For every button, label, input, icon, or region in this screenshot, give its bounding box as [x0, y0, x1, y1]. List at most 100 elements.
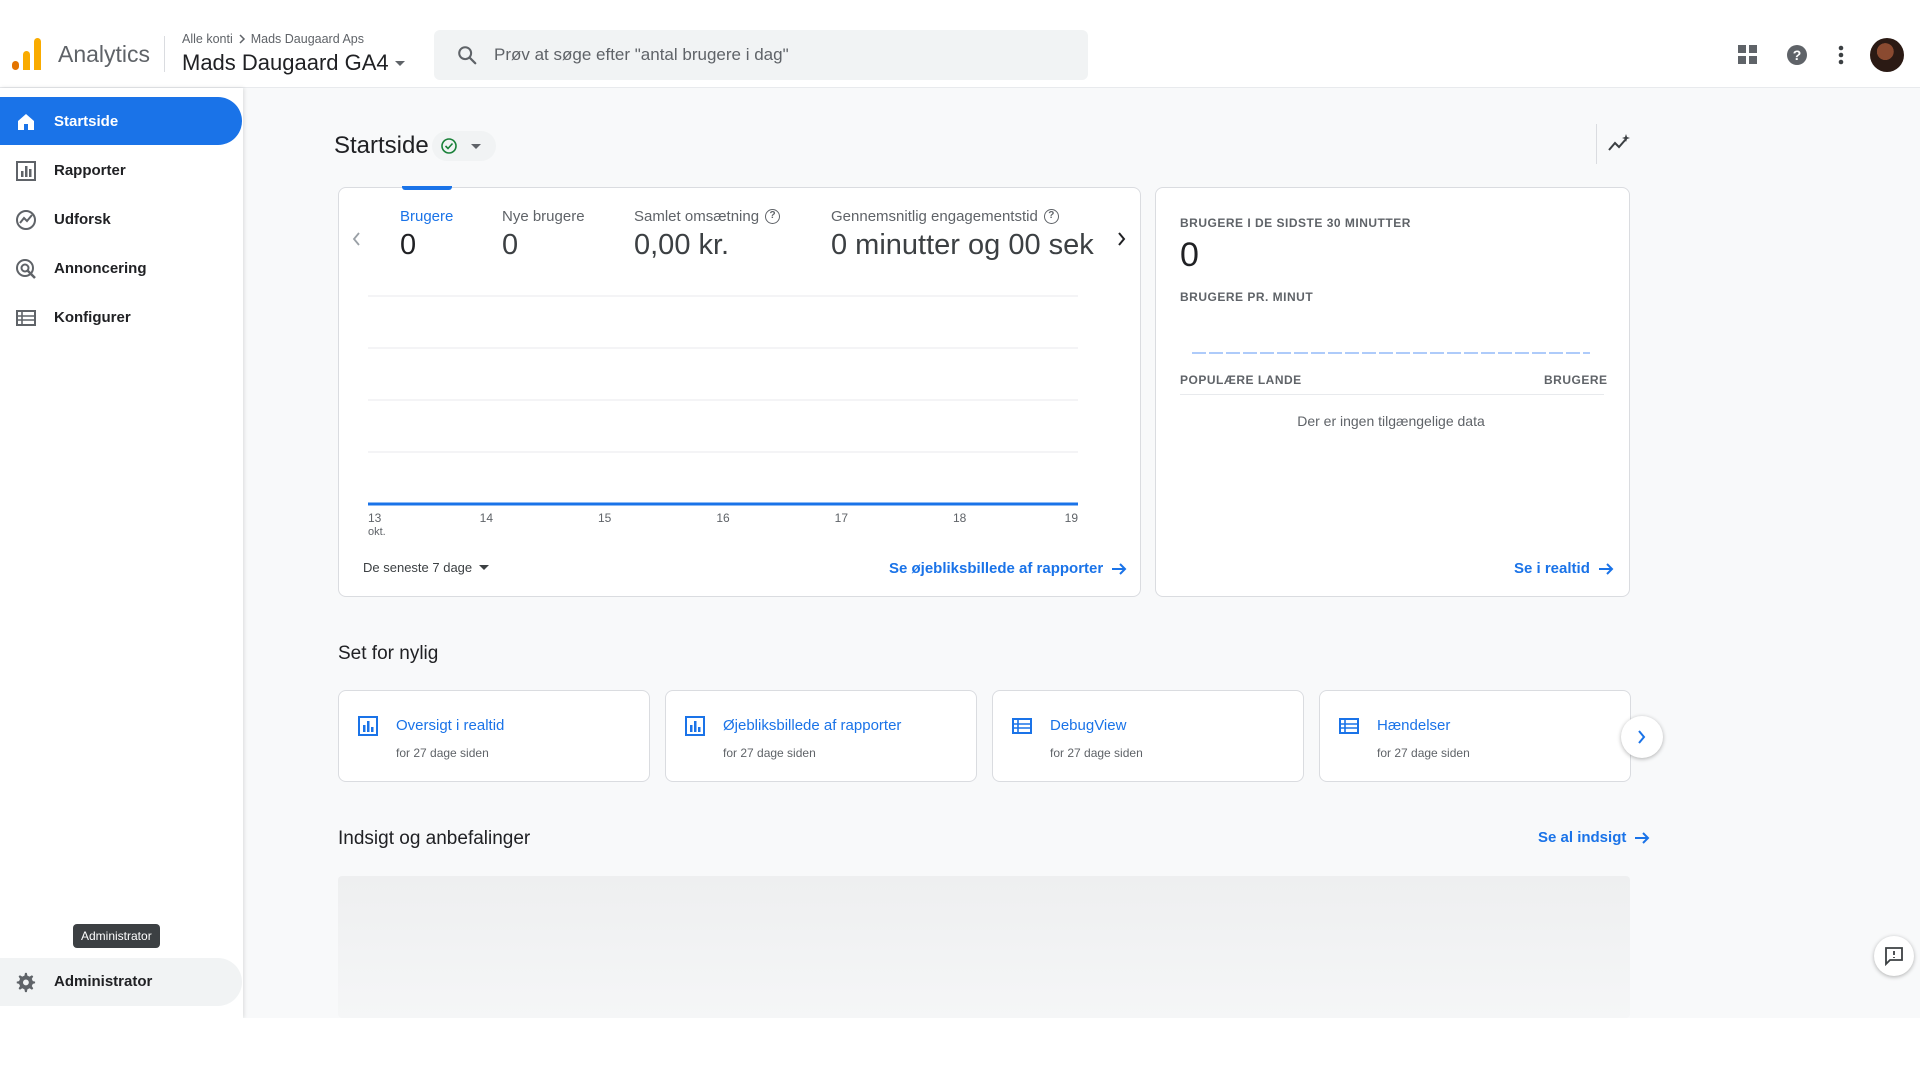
- metric-tab-samlet-omsaetning[interactable]: Samlet omsætning? 0,00 kr.: [634, 208, 781, 262]
- x-tick-sublabel: okt.: [368, 526, 386, 538]
- chevron-right-icon[interactable]: [1110, 227, 1134, 251]
- recent-card-haendelser[interactable]: Hændelser for 27 dage siden: [1319, 690, 1631, 782]
- sidebar-item-annoncering[interactable]: Annoncering: [0, 244, 242, 292]
- apps-grid-icon[interactable]: [1733, 40, 1763, 70]
- sidebar-item-label: Rapporter: [54, 161, 126, 179]
- page-title: Startside: [334, 132, 429, 159]
- breadcrumb-property-group[interactable]: Mads Daugaard Aps: [251, 32, 364, 46]
- status-chip[interactable]: [432, 131, 496, 161]
- sidebar-item-label: Konfigurer: [54, 308, 131, 326]
- recent-card-debugview[interactable]: DebugView for 27 dage siden: [992, 690, 1304, 782]
- search-bar[interactable]: [434, 30, 1088, 80]
- per-minute-sparkline: [1192, 352, 1590, 354]
- recent-card-oejebliksbillede[interactable]: Øjebliksbillede af rapporter for 27 dage…: [665, 690, 977, 782]
- more-vert-icon[interactable]: [1826, 40, 1856, 70]
- reports-snapshot-link-label: Se øjebliksbillede af rapporter: [889, 560, 1104, 577]
- property-selector[interactable]: Mads Daugaard GA4: [182, 50, 405, 76]
- insights-loading-placeholder: [338, 876, 1630, 1018]
- recent-card-oversigt-i-realtid[interactable]: Oversigt i realtid for 27 dage siden: [338, 690, 650, 782]
- chevron-right-icon: [1638, 730, 1646, 744]
- per-minute-label: BRUGERE PR. MINUT: [1180, 290, 1314, 304]
- chevron-left-icon[interactable]: [344, 227, 368, 251]
- insights-icon[interactable]: [1596, 124, 1640, 164]
- property-name: Mads Daugaard GA4: [182, 50, 389, 75]
- x-tick-label: 17: [835, 511, 849, 525]
- date-range-label: De seneste 7 dage: [363, 560, 473, 575]
- recent-card-subtitle: for 27 dage siden: [1050, 746, 1143, 760]
- realtime-link[interactable]: Se i realtid: [1514, 560, 1614, 577]
- avatar[interactable]: [1870, 38, 1904, 72]
- recent-card-subtitle: for 27 dage siden: [396, 746, 489, 760]
- arrow-right-icon: [1598, 562, 1614, 575]
- sidebar: Startside Rapporter Udforsk Annoncering …: [0, 88, 243, 1018]
- bar-chart-icon: [16, 161, 36, 181]
- x-tick-label: 14: [480, 511, 494, 525]
- no-data-message: Der er ingen tilgængelige data: [1297, 413, 1485, 429]
- metric-label: Brugere: [400, 208, 454, 225]
- explore-icon: [16, 210, 36, 230]
- x-tick-label: 15: [598, 511, 612, 525]
- users-column-header: BRUGERE: [1544, 373, 1608, 387]
- realtime-link-label: Se i realtid: [1514, 560, 1590, 577]
- chevron-right-icon: [239, 34, 245, 44]
- metric-label: Nye brugere: [502, 208, 585, 225]
- metric-tab-brugere[interactable]: Brugere 0: [400, 208, 453, 262]
- analytics-logo[interactable]: [12, 38, 42, 70]
- sidebar-item-label: Annoncering: [54, 259, 147, 277]
- metric-label: Samlet omsætning: [634, 208, 760, 225]
- breadcrumb[interactable]: Alle konti Mads Daugaard Aps: [182, 32, 364, 46]
- recent-section-title: Set for nylig: [338, 643, 439, 664]
- metric-label: Gennemsnitlig engagementstid: [831, 208, 1038, 225]
- top-header: Analytics Alle konti Mads Daugaard Aps M…: [0, 0, 1920, 88]
- breadcrumb-account[interactable]: Alle konti: [182, 32, 233, 46]
- sidebar-item-rapporter[interactable]: Rapporter: [0, 146, 242, 194]
- list-icon: [1339, 718, 1359, 734]
- x-tick-label: 19: [1065, 511, 1079, 525]
- arrow-right-icon: [1112, 562, 1127, 575]
- bottom-strip: [0, 1018, 1920, 1080]
- metric-value: 0: [502, 229, 519, 261]
- configure-icon: [16, 310, 36, 326]
- reports-snapshot-link[interactable]: Se øjebliksbillede af rapporter: [889, 560, 1127, 577]
- check-circle-icon: [441, 138, 457, 154]
- all-insights-link[interactable]: Se al indsigt: [1538, 829, 1650, 846]
- metric-value: 0,00 kr.: [634, 229, 730, 261]
- caret-down-icon: [479, 565, 490, 570]
- realtime-title: BRUGERE I DE SIDSTE 30 MINUTTER: [1180, 216, 1411, 230]
- recent-card-title: Hændelser: [1377, 717, 1451, 734]
- metric-tab-nye-brugere[interactable]: Nye brugere 0: [502, 208, 585, 262]
- recent-card-subtitle: for 27 dage siden: [1377, 746, 1470, 760]
- sidebar-item-startside[interactable]: Startside: [0, 97, 242, 145]
- caret-down-icon: [394, 60, 405, 66]
- ads-icon: [16, 259, 36, 279]
- help-circle-icon[interactable]: ?: [1043, 209, 1059, 224]
- sidebar-item-konfigurer[interactable]: Konfigurer: [0, 293, 242, 341]
- feedback-icon[interactable]: [1874, 936, 1914, 976]
- realtime-card: [1155, 187, 1630, 597]
- x-tick-label: 13: [368, 511, 382, 525]
- sidebar-item-administrator[interactable]: Administrator: [0, 958, 242, 1006]
- carousel-next-button[interactable]: [1621, 716, 1663, 758]
- gear-icon: [16, 972, 36, 993]
- insights-section-title: Indsigt og anbefalinger: [338, 828, 531, 849]
- sidebar-item-label: Administrator: [54, 973, 153, 990]
- report-icon: [358, 716, 378, 736]
- sidebar-item-udforsk[interactable]: Udforsk: [0, 195, 242, 243]
- recent-card-title: DebugView: [1050, 717, 1127, 734]
- sidebar-item-label: Startside: [54, 112, 119, 130]
- recent-card-title: Øjebliksbillede af rapporter: [723, 717, 902, 734]
- help-icon[interactable]: ?: [1782, 40, 1812, 70]
- all-insights-link-label: Se al indsigt: [1538, 829, 1627, 846]
- date-range-selector[interactable]: De seneste 7 dage: [363, 560, 490, 575]
- metric-tab-engagementstid[interactable]: Gennemsnitlig engagementstid? 0 minutter…: [831, 208, 1103, 262]
- header-divider: [164, 36, 165, 72]
- metric-value: 0: [400, 229, 417, 261]
- search-input[interactable]: [494, 30, 1074, 80]
- x-tick-label: 18: [953, 511, 967, 525]
- recent-card-subtitle: for 27 dage siden: [723, 746, 816, 760]
- admin-tooltip: Administrator: [73, 924, 160, 948]
- home-icon: [18, 114, 34, 130]
- help-circle-icon[interactable]: ?: [765, 209, 781, 224]
- caret-down-icon: [471, 144, 481, 149]
- search-icon: [458, 46, 477, 65]
